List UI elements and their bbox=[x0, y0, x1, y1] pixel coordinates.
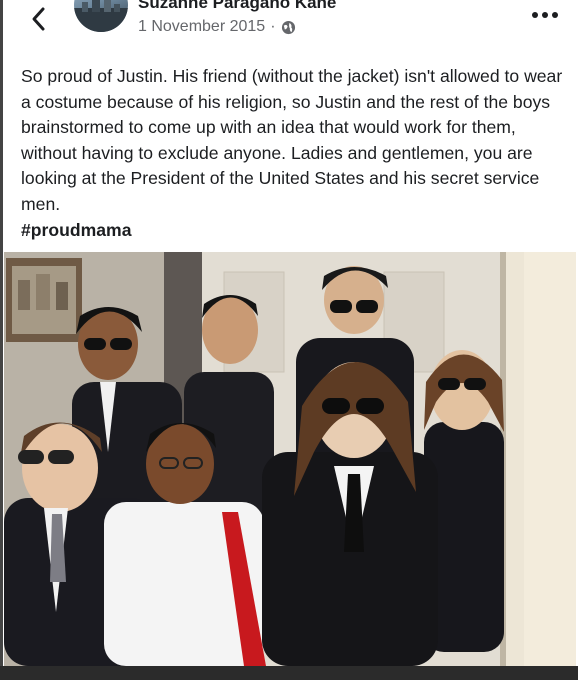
post-header: Suzanne Paragano Kane 1 November 2015 · bbox=[0, 0, 578, 52]
bottom-bar bbox=[0, 666, 578, 680]
globe-icon bbox=[281, 20, 295, 34]
post-body: So proud of Justin. His friend (without … bbox=[21, 64, 566, 243]
back-button[interactable] bbox=[24, 4, 54, 34]
hashtag-link[interactable]: #proudmama bbox=[21, 220, 131, 240]
window-edge bbox=[0, 0, 3, 680]
more-dots-icon bbox=[532, 12, 558, 18]
chevron-left-icon bbox=[32, 7, 45, 31]
more-options-button[interactable] bbox=[530, 8, 560, 22]
author-name[interactable]: Suzanne Paragano Kane bbox=[138, 0, 336, 13]
post-message: So proud of Justin. His friend (without … bbox=[21, 66, 563, 214]
post-photo[interactable] bbox=[4, 252, 576, 666]
avatar[interactable] bbox=[74, 0, 128, 32]
meta-separator: · bbox=[270, 18, 276, 35]
post-date[interactable]: 1 November 2015 bbox=[138, 18, 265, 36]
post-meta: 1 November 2015 · bbox=[138, 18, 296, 36]
